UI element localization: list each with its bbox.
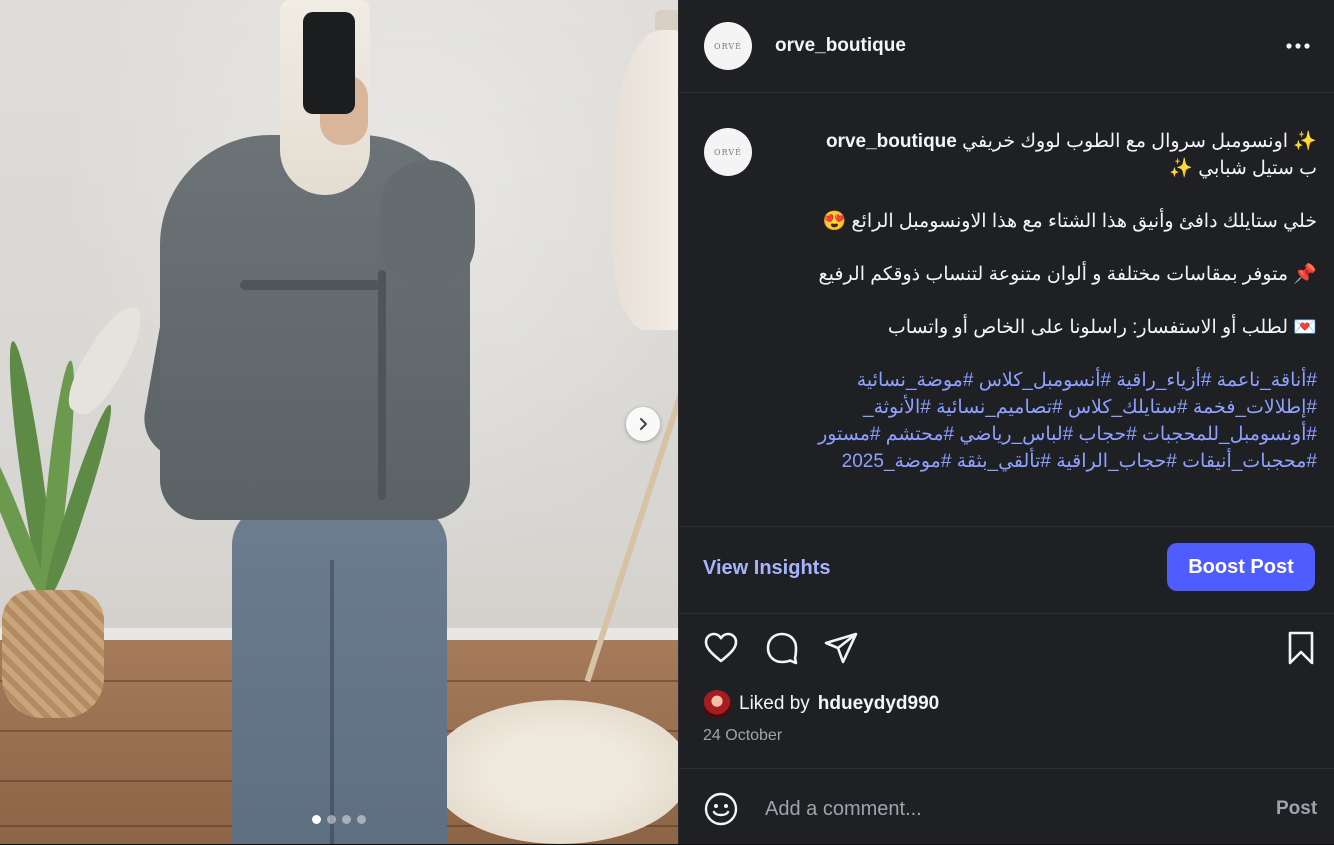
caption-paragraph: 💌 لطلب أو الاستفسار: راسلونا على الخاص أ… [887,317,1317,338]
profile-avatar[interactable]: ORVÉ [704,22,752,70]
liker-avatar[interactable] [703,690,731,718]
caption-username[interactable]: orve_boutique [826,131,957,152]
share-icon[interactable] [823,630,859,666]
model-phone [303,12,355,114]
hashtag-list[interactable]: #أناقة_ناعمة #أزياء_راقية #أنسومبل_كلاس … [779,367,1317,475]
heart-icon[interactable] [703,630,739,666]
next-slide-button[interactable] [626,407,660,441]
cardigan-tie [378,270,386,500]
post-date: 24 October [703,727,783,744]
caption-paragraph: خلي ستايلك دافئ وأنيق هذا الشتاء مع هذا … [822,211,1317,232]
fur-rug [430,700,678,844]
liker-username[interactable]: hdueydyd990 [818,693,939,715]
header-username[interactable]: orve_boutique [775,35,906,57]
chevron-right-icon [640,418,647,430]
boost-post-button[interactable]: Boost Post [1167,543,1315,591]
cardigan-belt [240,280,380,290]
avatar-logo-text: ORVÉ [714,41,742,51]
action-bar [679,612,1334,684]
caption-line: ✨ اونسومبل سروال مع الطوب لووك خريفي [962,131,1317,152]
bookmark-icon[interactable] [1283,630,1319,666]
caption-area: ORVÉ ✨ اونسومبل سروال مع الطوب لووك خريف… [679,92,1334,526]
plant-basket [2,590,104,718]
caption-line: ب ستيل شبابي ✨ [1169,158,1317,179]
carousel-dot [327,815,336,824]
comment-bar: Post [679,768,1334,845]
carousel-dot [342,815,351,824]
liked-by-label: Liked by [739,693,810,714]
carousel-indicator [312,815,366,824]
caption-paragraph: 📌 متوفر بمقاسات مختلفة و ألوان متنوعة لت… [818,264,1317,285]
carousel-dot-active [312,815,321,824]
post-header: ORVÉ orve_boutique [679,0,1334,93]
more-horizontal-icon[interactable] [1283,34,1313,58]
caption-avatar[interactable]: ORVÉ [704,128,752,176]
insights-row: View Insights Boost Post [679,526,1334,614]
likes-summary: Liked by hdueydyd990 [703,690,939,718]
post-image[interactable] [0,0,678,844]
caption-text: ✨ اونسومبل سروال مع الطوب لووك خريفي orv… [779,128,1317,501]
emoji-icon[interactable] [703,791,739,827]
model-pants [232,505,447,844]
avatar-logo-text: ORVÉ [714,147,742,157]
post-comment-button[interactable]: Post [1276,798,1317,820]
post-viewer: ORVÉ orve_boutique ORVÉ ✨ اونسومبل سروال… [0,0,1334,844]
carousel-dot [357,815,366,824]
comment-icon[interactable] [764,630,800,666]
post-details-panel: ORVÉ orve_boutique ORVÉ ✨ اونسومبل سروال… [678,0,1334,844]
model-sleeve [380,160,475,290]
view-insights-link[interactable]: View Insights [703,557,830,580]
comment-input[interactable] [763,793,1247,825]
